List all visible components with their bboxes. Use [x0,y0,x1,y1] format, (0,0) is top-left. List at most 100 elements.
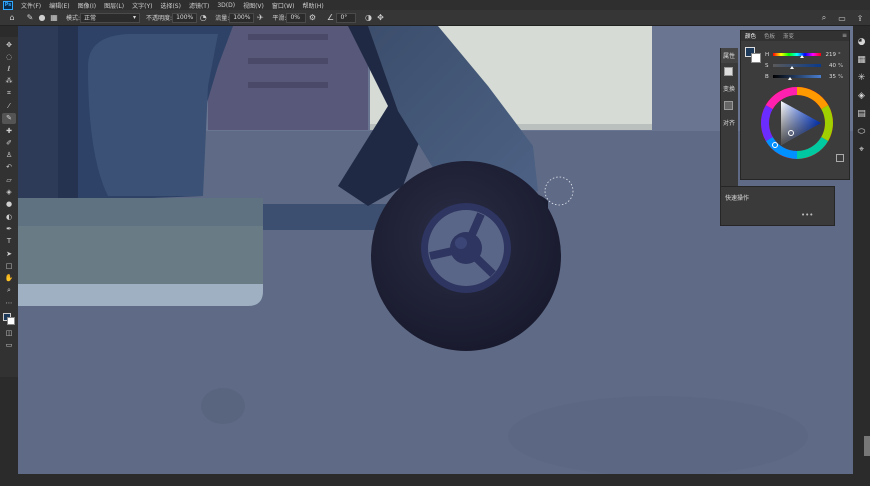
dodge-icon[interactable]: ◐ [2,211,16,222]
quick-mask-icon[interactable]: ◫ [2,328,16,339]
clone-stamp-icon[interactable]: ♙ [2,150,16,161]
color-wheel[interactable] [761,87,833,159]
pen-icon[interactable]: ✒ [2,223,16,234]
panel-menu-icon[interactable]: ≡ [842,32,847,39]
vertical-scrollbar-thumb[interactable] [864,436,870,456]
type-icon[interactable]: T [2,236,16,247]
saturation-track[interactable] [773,64,821,69]
move-icon[interactable]: ✥ [2,39,16,50]
home-icon[interactable]: ⌂ [6,12,18,24]
mode-value: 正常 [84,15,97,22]
tab-swatches[interactable]: 色板 [760,32,779,40]
share-icon[interactable]: ⇪ [854,12,866,24]
panel-color-swatches[interactable] [745,47,761,63]
pressure-size-icon[interactable]: ◑ [362,12,374,24]
panel-icon-strip: ◕ ▦ ✳ ◈ ▤ ⬭ ⌖ [853,26,870,474]
paths-icon[interactable]: ⬭ [856,126,868,138]
background-color-swatch[interactable] [7,316,15,325]
saturation-slider[interactable]: S 40 % [765,62,847,69]
swatches-icon[interactable]: ▦ [856,54,868,66]
align-section[interactable]: 对齐 [721,114,738,131]
brush-size-icon[interactable]: ● [36,12,48,24]
saturation-value[interactable]: 40 [824,63,836,69]
blur-icon[interactable]: ● [2,199,16,210]
properties-tab[interactable]: 属性 [721,48,738,63]
pixel-layer-icon [724,67,733,76]
smoothing-field[interactable]: 0% [286,12,307,23]
layers-icon[interactable]: ◈ [856,90,868,102]
hand-icon[interactable]: ✋ [2,273,16,284]
options-bar: ⌂ ✎ ● ▦ 模式: 正常 ▾ 不透明度: 100% ◔ 流量: 100% ✈… [0,10,870,26]
menu-edit[interactable]: 编辑(E) [45,1,73,10]
symmetry-icon[interactable]: ✥ [374,12,386,24]
tab-color[interactable]: 颜色 [741,32,760,40]
transform-icon[interactable]: ⌖ [856,144,868,156]
saturation-unit: % [838,62,844,69]
history-brush-icon[interactable]: ↶ [2,162,16,173]
channels-icon[interactable]: ▤ [856,108,868,120]
transform-section[interactable]: 变换 [721,80,738,97]
brightness-slider[interactable]: B 35 % [765,73,847,80]
eraser-icon[interactable]: ▱ [2,174,16,185]
menu-3d[interactable]: 3D(D) [213,2,239,9]
mode-dropdown[interactable]: 正常 ▾ [80,12,141,23]
menu-help[interactable]: 帮助(H) [299,1,328,10]
quick-actions-title[interactable]: 快速操作 [721,187,834,202]
tools-panel: ✥ ◌ ℓ ⁂ ⌗ ⁄ ✎ ✚ ✐ ♙ ↶ ▱ ◈ ● ◐ ✒ T ➤ □ ✋ … [0,37,18,377]
quick-select-icon[interactable]: ⁂ [2,76,16,87]
hue-slider[interactable]: H 219 ° [765,51,847,58]
search-icon[interactable]: ⌕ [818,12,830,24]
menu-filter[interactable]: 滤镜(T) [185,1,213,10]
adjustments-icon[interactable]: ✳ [856,72,868,84]
pressure-opacity-icon[interactable]: ◔ [197,12,209,24]
saturation-label: S [765,62,769,69]
brush-icon[interactable]: ✎ [2,112,16,124]
crop-icon[interactable]: ⌗ [2,88,16,99]
lasso-icon[interactable]: ℓ [2,64,16,75]
hue-value[interactable]: 219 [824,52,837,58]
color-panel: 颜色 色板 渐变 ≡ H 219 ° S 40 % B 35 % [740,30,850,180]
link-icon[interactable] [724,101,733,110]
more-tools-icon[interactable]: ⋯ [2,297,16,308]
quick-actions-more[interactable]: ••• [801,211,813,219]
tab-gradients[interactable]: 渐变 [779,32,798,40]
healing-brush-icon[interactable]: ✚ [2,125,16,136]
path-select-icon[interactable]: ➤ [2,248,16,259]
opacity-field[interactable]: 100% [172,12,198,23]
brightness-thumb[interactable] [787,77,792,80]
angle-icon: ∠ [326,13,335,22]
menu-image[interactable]: 图像(I) [74,1,100,10]
saturation-thumb[interactable] [790,66,795,69]
airbrush-icon[interactable]: ✈ [254,12,266,24]
gear-icon[interactable]: ⚙ [306,12,318,24]
photoshop-icon[interactable]: Ps [3,0,13,10]
menu-layer[interactable]: 图层(L) [100,1,128,10]
hue-track[interactable] [773,53,821,58]
mode-label: 模式: [66,15,81,22]
swap-colors-icon[interactable] [836,154,844,162]
paint-bucket-icon[interactable]: ◈ [2,187,16,198]
hue-thumb[interactable] [800,55,805,58]
brush-tool-icon[interactable]: ✐ [2,137,16,148]
hue-label: H [765,51,770,58]
menu-file[interactable]: 文件(F) [17,1,45,10]
brightness-value[interactable]: 35 [824,74,836,80]
menu-select[interactable]: 选择(S) [156,1,185,10]
rectangle-icon[interactable]: □ [2,260,16,271]
workspace-icon[interactable]: ▭ [836,12,848,24]
brightness-track[interactable] [773,75,821,80]
panel-background-swatch[interactable] [751,53,761,63]
brush-preset-icon[interactable]: ✎ [24,12,36,24]
zoom-icon[interactable]: ⌕ [2,285,16,296]
screen-mode-icon[interactable]: ▭ [2,340,16,351]
menu-type[interactable]: 文字(Y) [128,1,156,10]
marquee-icon[interactable]: ◌ [2,51,16,62]
flow-field[interactable]: 100% [229,12,255,23]
color-swatches[interactable] [2,312,16,326]
menu-window[interactable]: 窗口(W) [268,1,299,10]
color-wheel-icon[interactable]: ◕ [856,36,868,48]
angle-field[interactable]: 0° [336,12,357,23]
brush-settings-icon[interactable]: ▦ [48,12,60,24]
eyedropper-icon[interactable]: ⁄ [2,100,16,111]
menu-view[interactable]: 视图(V) [239,1,268,10]
